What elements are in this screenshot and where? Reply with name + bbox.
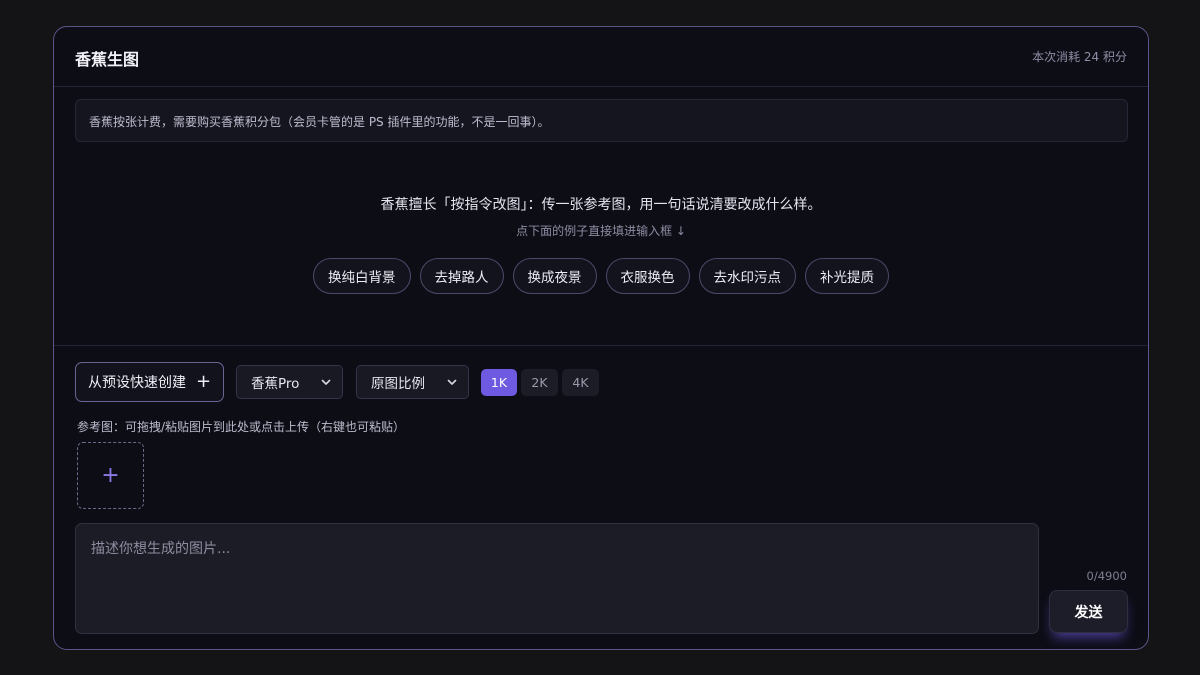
plus-icon: + — [195, 371, 212, 392]
chevron-down-icon — [321, 379, 331, 385]
panel-header: 香蕉生图 本次消耗 24 积分 — [54, 27, 1148, 87]
reference-upload-button[interactable]: + — [77, 442, 144, 509]
preset-button-label: 从预设快速创建 — [87, 375, 186, 391]
reference-label: 参考图：可拖拽/粘贴图片到此处或点击上传（右键也可粘贴） — [77, 420, 406, 434]
ratio-select[interactable]: 原图比例 — [356, 365, 469, 399]
model-select[interactable]: 香蕉Pro — [236, 365, 343, 399]
resolution-4k-button[interactable]: 4K — [562, 369, 599, 396]
section-divider — [54, 345, 1148, 346]
resolution-2k-button[interactable]: 2K — [521, 369, 558, 396]
billing-notice: 香蕉按张计费，需要购买香蕉积分包（会员卡管的是 PS 插件里的功能，不是一回事）… — [75, 99, 1128, 142]
example-chip[interactable]: 补光提质 — [805, 258, 889, 294]
example-chip[interactable]: 衣服换色 — [605, 258, 690, 294]
example-chip[interactable]: 换成夜景 — [512, 258, 597, 294]
ratio-select-value: 原图比例 — [371, 376, 425, 392]
generator-panel: 香蕉生图 本次消耗 24 积分 香蕉按张计费，需要购买香蕉积分包（会员卡管的是 … — [53, 26, 1149, 650]
plus-icon: + — [101, 463, 120, 488]
examples-hint: 点下面的例子直接填进输入框 ↓ — [516, 224, 686, 238]
example-chip[interactable]: 去水印污点 — [698, 258, 796, 294]
example-chip[interactable]: 去掉路人 — [419, 258, 504, 294]
page-title: 香蕉生图 — [75, 50, 140, 69]
cost-label: 本次消耗 24 积分 — [1032, 50, 1127, 64]
resolution-1k-button[interactable]: 1K — [481, 369, 517, 396]
example-chip[interactable]: 换纯白背景 — [313, 258, 411, 294]
example-chips: 换纯白背景 去掉路人 换成夜景 衣服换色 去水印污点 补光提质 — [54, 258, 1148, 294]
char-counter: 0/4900 — [1086, 569, 1127, 583]
model-select-value: 香蕉Pro — [251, 376, 300, 392]
prompt-input[interactable] — [75, 523, 1039, 634]
chevron-down-icon — [447, 379, 457, 385]
preset-create-button[interactable]: 从预设快速创建 + — [75, 362, 224, 402]
intro-text: 香蕉擅长「按指令改图」：传一张参考图，用一句话说清要改成什么样。 — [380, 197, 822, 213]
send-button[interactable]: 发送 — [1049, 590, 1128, 633]
